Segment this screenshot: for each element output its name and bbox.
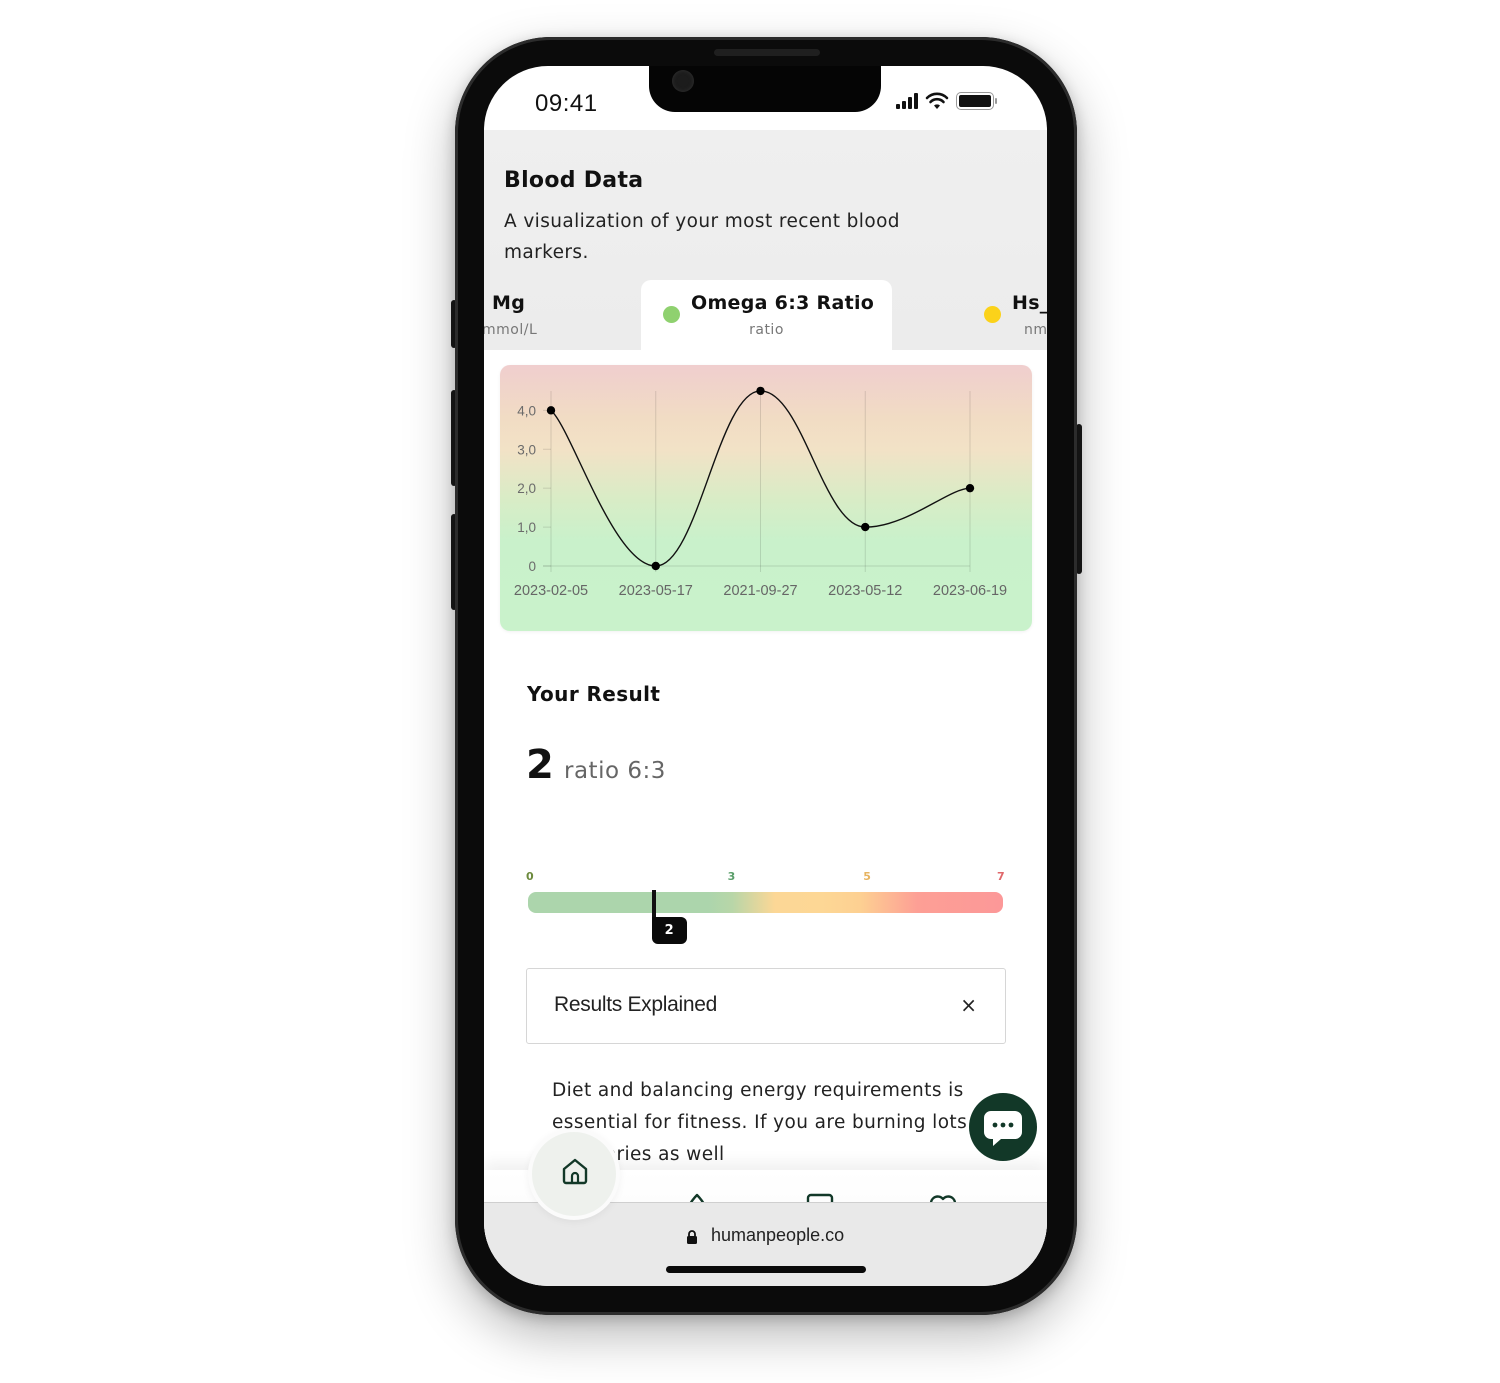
chart-y-tick-label: 3,0 (517, 442, 536, 457)
marker-tab-name: Hs_ (1012, 292, 1047, 314)
chart-x-tick-label: 2023-02-05 (514, 583, 588, 599)
blood-marker-chart: 0 1,0 2,0 3,0 4,0 2023-02-05 2023-05-17 2021-09… (500, 365, 1032, 631)
scale-tick-label: 3 (727, 870, 736, 883)
chart-y-tick-label: 1,0 (517, 520, 536, 535)
range-scale-labels: 0 3 5 7 (526, 870, 1005, 886)
chart-x-tick-label: 2023-05-12 (828, 583, 902, 599)
home-indicator[interactable] (666, 1266, 866, 1273)
home-icon (562, 1158, 588, 1185)
marker-tab-name: Omega 6:3 Ratio (691, 292, 875, 314)
marker-tab-unit: nm (1024, 322, 1047, 338)
chart-x-tick-label: 2023-05-17 (619, 583, 693, 599)
chart-data-point (756, 386, 765, 396)
marker-tab-hs[interactable]: Hs_ nm (976, 280, 1047, 350)
dashboard-active-bubble[interactable] (528, 1128, 620, 1220)
result-value: 2 (526, 742, 554, 788)
lock-icon (687, 1230, 697, 1244)
result-marker-line (651, 890, 656, 918)
result-section-title: Your Result (527, 682, 661, 706)
earpiece-speaker (714, 49, 820, 56)
scale-tick-label: 7 (997, 870, 1005, 883)
line-chart: 0 1,0 2,0 3,0 4,0 2023-02-05 2023-05-17 2021-09… (514, 386, 1007, 599)
close-icon[interactable]: × (960, 993, 977, 1017)
chat-button[interactable] (969, 1093, 1037, 1161)
wifi-icon (925, 92, 949, 109)
results-explained-label: Results Explained (554, 993, 717, 1016)
phone-screen: 09:41 Blood Data A visualization of your… (484, 66, 1047, 1286)
marker-tab-unit: mmol/L (484, 322, 538, 338)
status-dot-icon (984, 306, 1001, 323)
marker-tab-omega[interactable]: Omega 6:3 Ratio ratio (641, 280, 892, 350)
chart-data-point (965, 483, 975, 493)
results-explained-header[interactable]: Results Explained × (526, 968, 1006, 1044)
front-camera (672, 70, 694, 92)
chart-data-point (861, 522, 870, 532)
page-content: Blood Data A visualization of your most … (484, 130, 1047, 1266)
header-area: Blood Data A visualization of your most … (484, 130, 1047, 350)
scale-tick-label: 0 (526, 870, 534, 883)
notch (649, 66, 881, 112)
chart-data-point (651, 561, 660, 571)
chart-y-tick-label: 2,0 (517, 481, 536, 496)
range-scale-bar (528, 892, 1003, 913)
scale-tick-label: 5 (863, 870, 871, 883)
chart-y-tick-label: 4,0 (517, 403, 536, 418)
page-subtitle: A visualization of your most recent bloo… (504, 211, 900, 263)
page-title: Blood Data (504, 168, 644, 193)
chart-x-tick-label: 2021-09-27 (723, 583, 797, 599)
battery-icon (956, 92, 997, 110)
browser-url: humanpeople.co (711, 1225, 845, 1245)
marker-tab-name: Mg (492, 292, 526, 314)
marker-tab-mg[interactable]: Mg mmol/L (484, 280, 604, 350)
status-dot-icon (663, 306, 680, 323)
result-unit: ratio 6:3 (564, 758, 666, 784)
cellular-signal-icon (896, 93, 918, 109)
chart-data-point (546, 406, 556, 415)
chart-x-tick-label: 2023-06-19 (933, 583, 1007, 599)
chat-bubble-icon (984, 1111, 1022, 1146)
status-time: 09:41 (535, 90, 598, 117)
chart-y-tick-label: 0 (528, 559, 536, 574)
result-marker-badge: 2 (651, 917, 687, 944)
marker-tab-unit: ratio (749, 322, 784, 338)
